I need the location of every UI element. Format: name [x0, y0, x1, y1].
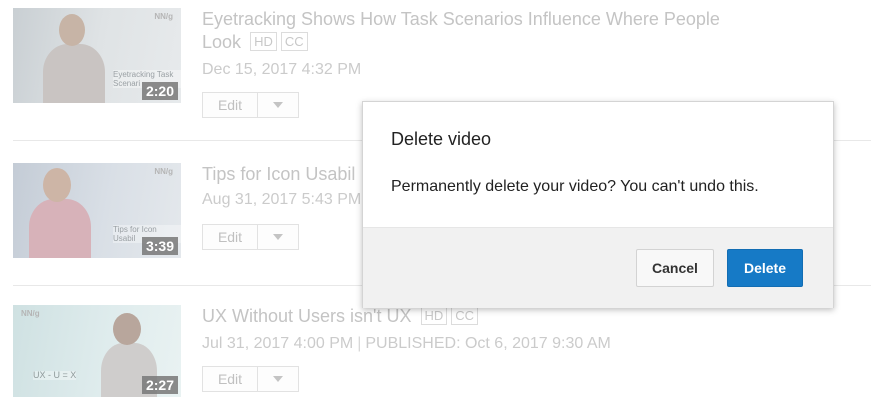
edit-button[interactable]: Edit: [202, 366, 258, 392]
thumbnail-brand: NN/g: [21, 309, 40, 318]
video-duration: 3:39: [141, 237, 178, 255]
edit-button-group: Edit: [202, 224, 299, 250]
delete-video-dialog: Delete video Permanently delete your vid…: [362, 101, 834, 308]
video-title-line1[interactable]: Eyetracking Shows How Task Scenarios Inf…: [202, 9, 720, 29]
delete-button[interactable]: Delete: [727, 249, 803, 287]
video-title-text[interactable]: UX Without Users isn't UX: [202, 306, 412, 326]
edit-dropdown-button[interactable]: [258, 224, 299, 250]
dialog-message: Permanently delete your video? You can't…: [391, 178, 759, 195]
video-date: Aug 31, 2017 5:43 PM: [202, 191, 362, 208]
published-date: PUBLISHED: Oct 6, 2017 9:30 AM: [365, 335, 611, 352]
edit-button-group: Edit: [202, 92, 299, 118]
edit-dropdown-button[interactable]: [258, 366, 299, 392]
video-title-line2[interactable]: Look: [202, 32, 241, 52]
dialog-footer: Cancel Delete: [363, 227, 833, 308]
edit-button-group: Edit: [202, 366, 299, 392]
thumbnail-brand: NN/g: [154, 167, 173, 176]
hd-badge: HD: [250, 32, 277, 51]
edit-button[interactable]: Edit: [202, 224, 258, 250]
edit-dropdown-button[interactable]: [258, 92, 299, 118]
video-duration: 2:20: [141, 82, 178, 100]
video-date: Dec 15, 2017 4:32 PM: [202, 61, 362, 78]
video-title[interactable]: Eyetracking Shows How Task Scenarios Inf…: [202, 8, 762, 54]
thumbnail-caption: UX - U = X: [33, 370, 77, 380]
edit-button[interactable]: Edit: [202, 92, 258, 118]
cc-badge: CC: [280, 32, 308, 51]
video-duration: 2:27: [141, 376, 178, 394]
cancel-button[interactable]: Cancel: [636, 249, 714, 287]
hd-badge: HD: [420, 306, 448, 325]
thumbnail-person: [29, 199, 91, 258]
video-date: Jul 31, 2017 4:00 PM: [202, 335, 354, 352]
video-thumbnail[interactable]: NN/g Eyetracking Task Scenari 2:20: [13, 8, 181, 103]
thumbnail-person-head: [113, 313, 141, 345]
video-row: NN/g UX - U = X 2:27 UX Without Users is…: [13, 305, 871, 405]
thumbnail-person: [43, 44, 105, 103]
caret-down-icon: [273, 234, 283, 240]
video-thumbnail[interactable]: NN/g UX - U = X 2:27: [13, 305, 181, 397]
video-row: NN/g Eyetracking Task Scenari 2:20 Eyetr…: [13, 8, 871, 118]
meta-separator: |: [357, 335, 362, 352]
video-thumbnail[interactable]: NN/g Tips for Icon Usabil 3:39: [13, 163, 181, 258]
caret-down-icon: [273, 102, 283, 108]
caret-down-icon: [273, 376, 283, 382]
video-meta: Jul 31, 2017 4:00 PM | PUBLISHED: Oct 6, 2…: [202, 335, 611, 353]
thumbnail-person-head: [59, 14, 85, 46]
dialog-title: Delete video: [391, 129, 492, 149]
cc-badge: CC: [451, 306, 479, 325]
thumbnail-brand: NN/g: [154, 12, 173, 21]
thumbnail-person-head: [43, 168, 71, 202]
video-manager-page: NN/g Eyetracking Task Scenari 2:20 Eyetr…: [0, 0, 871, 405]
video-title[interactable]: UX Without Users isn't UX HD CC: [202, 305, 762, 328]
